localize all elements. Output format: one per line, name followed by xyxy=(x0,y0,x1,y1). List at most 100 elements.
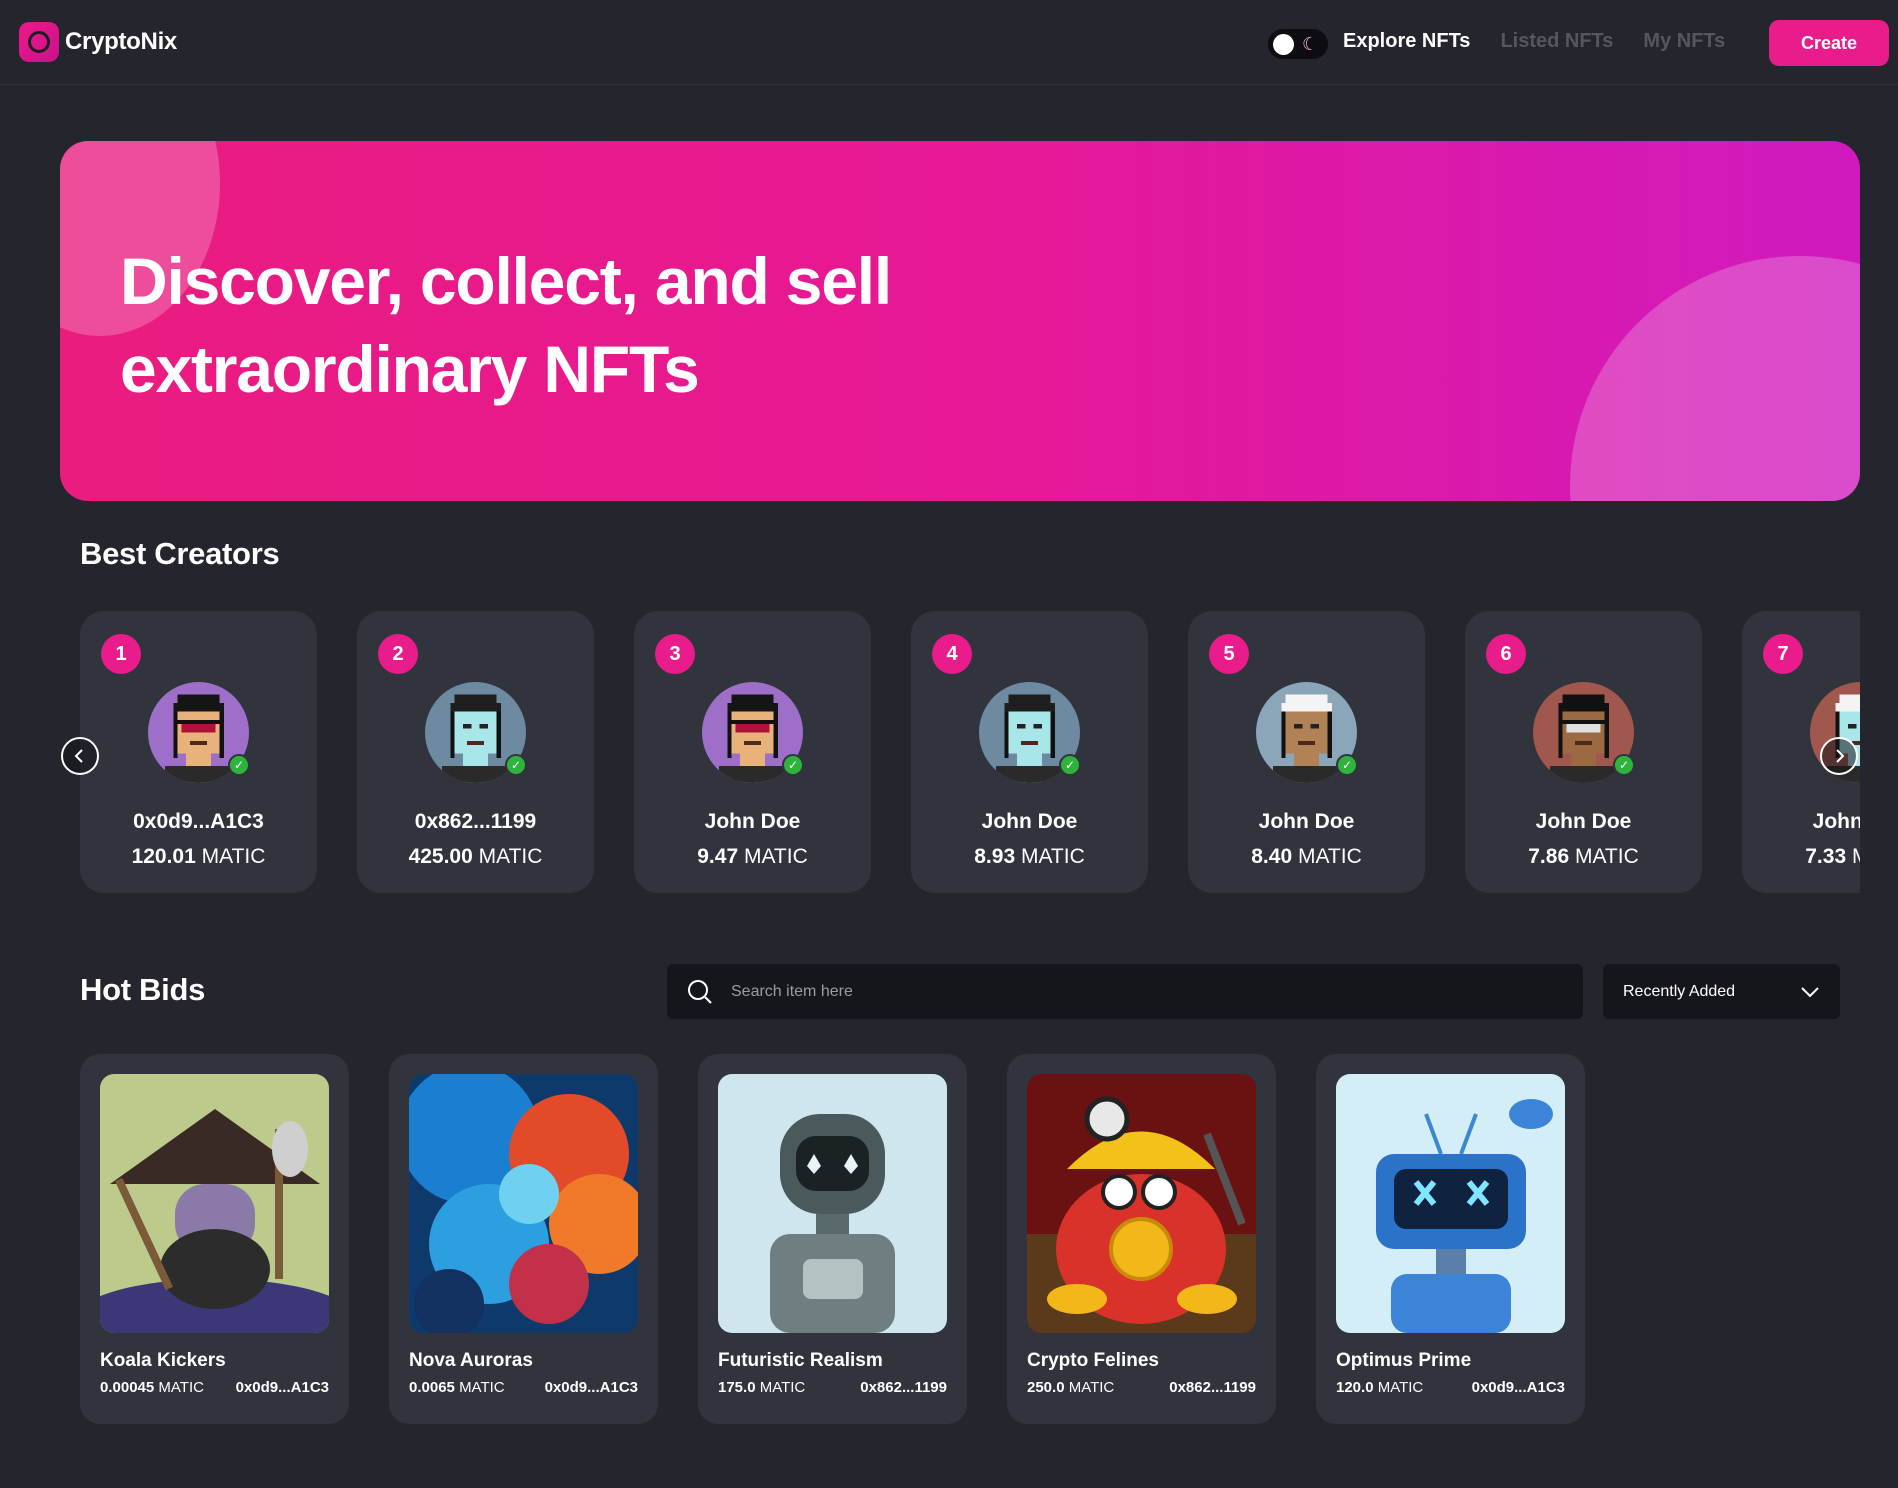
verified-check-icon: ✓ xyxy=(1336,754,1358,776)
nft-image xyxy=(1336,1074,1565,1333)
creator-amount-value: 7.33 xyxy=(1805,845,1847,868)
nft-price-currency: MATIC xyxy=(158,1379,204,1396)
sort-selected-value: Recently Added xyxy=(1623,982,1736,1000)
creator-amount-currency: MATIC xyxy=(1020,845,1085,868)
creator-card[interactable]: 5 ✓ John Doe 8.40 MATIC xyxy=(1188,611,1425,893)
creator-amount: 9.47 MATIC xyxy=(634,845,871,869)
sort-dropdown[interactable]: Recently Added xyxy=(1603,964,1840,1019)
creator-name: 0x0d9...A1C3 xyxy=(133,810,264,833)
creator-name: John Doe xyxy=(981,810,1078,833)
creator-name: John Doe xyxy=(704,810,801,833)
nft-owner[interactable]: 0x0d9...A1C3 xyxy=(545,1379,638,1396)
creator-card[interactable]: 4 ✓ John Doe 8.93 MATIC xyxy=(911,611,1148,893)
creator-name: 0x862...1199 xyxy=(414,810,537,833)
nft-image xyxy=(1027,1074,1256,1333)
nft-title: Koala Kickers xyxy=(100,1350,226,1371)
creator-name: John Doe xyxy=(1812,810,1860,833)
nft-price-value: 250.0 xyxy=(1027,1379,1065,1396)
verified-check-icon: ✓ xyxy=(1613,754,1635,776)
top-navbar: CryptoNix ☾ Explore NFTs Listed NFTs My … xyxy=(0,0,1898,85)
nft-price: 120.0 MATIC xyxy=(1336,1379,1423,1396)
carousel-prev-button[interactable] xyxy=(61,737,99,775)
creator-amount-value: 425.00 xyxy=(408,845,473,868)
nft-image xyxy=(409,1074,638,1333)
creator-card[interactable]: 6 ✓ John Doe 7.86 MATIC xyxy=(1465,611,1702,893)
nft-price-currency: MATIC xyxy=(1068,1379,1115,1396)
creator-amount-currency: MATIC xyxy=(478,845,543,868)
creator-amount-value: 7.86 xyxy=(1528,845,1570,868)
verified-check-icon: ✓ xyxy=(1059,754,1081,776)
creator-card[interactable]: 3 ✓ John Doe 9.47 MATIC xyxy=(634,611,871,893)
verified-check-icon: ✓ xyxy=(505,754,527,776)
creator-rank-badge: 2 xyxy=(378,634,418,674)
nft-owner[interactable]: 0x862...1199 xyxy=(1169,1379,1256,1396)
app-name: CryptoNix xyxy=(65,28,177,55)
carousel-next-button[interactable] xyxy=(1820,737,1858,775)
creators-track: 1 ✓ 0x0d9...A1C3 120.01 MATIC 2 ✓ 0x862.… xyxy=(80,611,1860,893)
creator-amount-value: 120.01 xyxy=(131,845,196,868)
theme-toggle[interactable]: ☾ xyxy=(1268,29,1328,59)
moon-icon: ☾ xyxy=(1302,34,1319,54)
creator-amount-currency: MATIC xyxy=(743,845,808,868)
nft-price-value: 175.0 xyxy=(718,1379,756,1396)
nft-card[interactable]: Optimus Prime 120.0 MATIC 0x0d9...A1C3 xyxy=(1316,1054,1585,1424)
nft-price: 250.0 MATIC xyxy=(1027,1379,1114,1396)
creator-amount: 7.33 MATIC xyxy=(1742,845,1860,869)
nft-title: Crypto Felines xyxy=(1027,1350,1159,1371)
search-input[interactable] xyxy=(731,982,1551,1001)
creator-amount: 8.40 MATIC xyxy=(1188,845,1425,869)
creator-amount-currency: MATIC xyxy=(1297,845,1362,868)
creator-rank-badge: 5 xyxy=(1209,634,1249,674)
nft-title: Futuristic Realism xyxy=(718,1350,883,1371)
creator-amount-value: 9.47 xyxy=(697,845,739,868)
chevron-right-icon xyxy=(1836,749,1845,763)
brand-logo[interactable]: CryptoNix xyxy=(19,22,177,62)
chevron-down-icon xyxy=(1801,986,1819,997)
main-nav: Explore NFTs Listed NFTs My NFTs xyxy=(1343,30,1725,53)
create-button[interactable]: Create xyxy=(1769,20,1889,66)
nft-card[interactable]: Koala Kickers 0.00045 MATIC 0x0d9...A1C3 xyxy=(80,1054,349,1424)
creator-amount-currency: MATIC xyxy=(1852,845,1860,868)
nft-price: 0.00045 MATIC xyxy=(100,1379,204,1396)
best-creators-title: Best Creators xyxy=(80,536,280,571)
nft-price-currency: MATIC xyxy=(759,1379,806,1396)
nft-image xyxy=(100,1074,329,1333)
hero-title-line-2: extraordinary NFTs xyxy=(120,332,700,406)
creator-amount: 8.93 MATIC xyxy=(911,845,1148,869)
nft-price-currency: MATIC xyxy=(1377,1379,1424,1396)
creator-name: John Doe xyxy=(1258,810,1355,833)
nft-owner[interactable]: 0x0d9...A1C3 xyxy=(1472,1379,1565,1396)
nft-price-value: 120.0 xyxy=(1336,1379,1374,1396)
hero-title: Discover, collect, and sell extraordinar… xyxy=(120,237,1020,413)
creator-card[interactable]: 1 ✓ 0x0d9...A1C3 120.01 MATIC xyxy=(80,611,317,893)
search-bar[interactable] xyxy=(667,964,1583,1019)
nft-owner[interactable]: 0x0d9...A1C3 xyxy=(236,1379,329,1396)
nft-card[interactable]: Nova Auroras 0.0065 MATIC 0x0d9...A1C3 xyxy=(389,1054,658,1424)
nav-my-nfts[interactable]: My NFTs xyxy=(1643,30,1725,53)
nav-explore-nfts[interactable]: Explore NFTs xyxy=(1343,30,1470,53)
verified-check-icon: ✓ xyxy=(228,754,250,776)
creator-name: John Doe xyxy=(1535,810,1632,833)
hot-bids-grid: Koala Kickers 0.00045 MATIC 0x0d9...A1C3… xyxy=(80,1054,1585,1424)
nft-price-value: 0.00045 xyxy=(100,1379,155,1396)
nft-image xyxy=(718,1074,947,1333)
nft-price: 175.0 MATIC xyxy=(718,1379,805,1396)
creator-amount-value: 8.40 xyxy=(1251,845,1293,868)
nft-price: 0.0065 MATIC xyxy=(409,1379,505,1396)
nft-title: Optimus Prime xyxy=(1336,1350,1472,1371)
search-icon xyxy=(688,979,712,1004)
creator-card[interactable]: 2 ✓ 0x862...1199 425.00 MATIC xyxy=(357,611,594,893)
hot-bids-title: Hot Bids xyxy=(80,972,206,1007)
creator-amount-currency: MATIC xyxy=(201,845,266,868)
creator-amount: 425.00 MATIC xyxy=(357,845,594,869)
creator-rank-badge: 3 xyxy=(655,634,695,674)
nft-card[interactable]: Crypto Felines 250.0 MATIC 0x862...1199 xyxy=(1007,1054,1276,1424)
sun-toggle-icon xyxy=(1273,33,1294,55)
nft-owner[interactable]: 0x862...1199 xyxy=(860,1379,947,1396)
verified-check-icon: ✓ xyxy=(782,754,804,776)
nft-card[interactable]: Futuristic Realism 175.0 MATIC 0x862...1… xyxy=(698,1054,967,1424)
nav-listed-nfts[interactable]: Listed NFTs xyxy=(1500,30,1613,53)
creator-amount-value: 8.93 xyxy=(974,845,1016,868)
nft-title: Nova Auroras xyxy=(409,1350,533,1371)
creator-rank-badge: 4 xyxy=(932,634,972,674)
